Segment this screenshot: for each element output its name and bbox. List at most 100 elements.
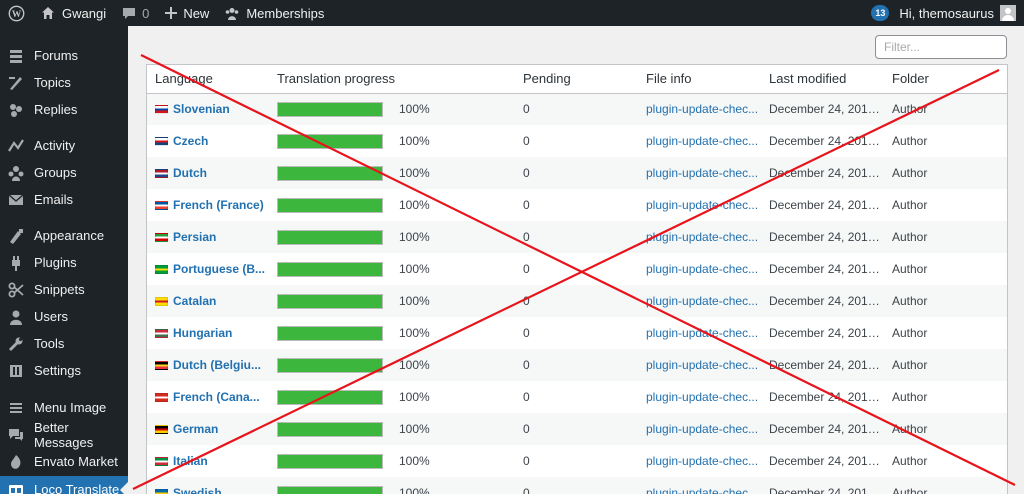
greeting: Hi, themosaurus (899, 5, 994, 21)
language-link[interactable]: Hungarian (173, 326, 232, 340)
progress-bar (277, 453, 383, 469)
cell-pending: 0 (515, 253, 638, 285)
file-info-link[interactable]: plugin-update-chec... (646, 454, 761, 468)
cell-progress: 100% (269, 93, 515, 125)
language-link[interactable]: Dutch (Belgiu... (173, 358, 261, 372)
admin-bar: W Gwangi 0 New Memberships 13 Hi, themos… (0, 0, 1024, 26)
file-info-link[interactable]: plugin-update-chec... (646, 102, 761, 116)
file-info-link[interactable]: plugin-update-chec... (646, 422, 761, 436)
column-header-pending[interactable]: Pending (515, 65, 638, 94)
sidebar-item-label: Groups (34, 165, 77, 180)
progress-bar-fill (278, 390, 382, 404)
sidebar-item-label: Activity (34, 138, 76, 153)
cell-pending: 0 (515, 157, 638, 189)
cell-last-modified: December 24, 2019 ... (761, 477, 884, 494)
sidebar-item-label: Replies (34, 102, 78, 117)
sidebar-item-label: Appearance (34, 228, 105, 243)
cell-last-modified: December 24, 2019 ... (761, 349, 884, 381)
language-link[interactable]: French (Cana... (173, 390, 260, 404)
cell-language: Dutch (147, 157, 269, 189)
language-link[interactable]: Catalan (173, 294, 216, 308)
flag-icon (155, 360, 168, 370)
file-info-link[interactable]: plugin-update-chec... (646, 262, 761, 276)
progress-percent: 100% (399, 358, 430, 372)
sidebar-item-forums[interactable]: Forums (0, 42, 128, 69)
comments-link[interactable]: 0 (114, 0, 157, 26)
memberships-link[interactable]: Memberships (217, 0, 332, 26)
cell-progress: 100% (269, 317, 515, 349)
sidebar-item-topics[interactable]: Topics (0, 69, 128, 96)
language-link[interactable]: Portuguese (B... (173, 262, 265, 276)
sidebar-item-menu-image[interactable]: Menu Image (0, 394, 128, 421)
wordpress-logo-icon[interactable]: W (0, 0, 33, 26)
progress-bar-fill (278, 422, 382, 436)
cell-progress: 100% (269, 189, 515, 221)
progress-bar-fill (278, 102, 382, 116)
sidebar-item-loco-translate[interactable]: Loco Translate (0, 476, 128, 494)
sidebar-item-label: Forums (34, 48, 79, 63)
language-link[interactable]: Swedish (173, 486, 222, 494)
file-info-link[interactable]: plugin-update-chec... (646, 390, 761, 404)
sidebar-item-activity[interactable]: Activity (0, 132, 128, 159)
column-header-language[interactable]: Language (147, 65, 269, 94)
language-link[interactable]: German (173, 422, 218, 436)
sidebar-item-users[interactable]: Users (0, 303, 128, 330)
language-link[interactable]: Italian (173, 454, 208, 468)
sidebar-item-groups[interactable]: Groups (0, 159, 128, 186)
file-info-link[interactable]: plugin-update-chec... (646, 198, 761, 212)
language-link[interactable]: Dutch (173, 166, 207, 180)
sidebar-item-emails[interactable]: Emails (0, 186, 128, 213)
progress-bar (277, 101, 383, 117)
flag-icon (155, 264, 168, 274)
language-link[interactable]: French (France) (173, 198, 264, 212)
file-info-link[interactable]: plugin-update-chec... (646, 134, 761, 148)
progress-percent: 100% (399, 486, 430, 494)
progress-percent: 100% (399, 134, 430, 148)
language-link[interactable]: Slovenian (173, 102, 230, 116)
cell-progress: 100% (269, 285, 515, 317)
emails-icon (7, 191, 25, 209)
progress-bar-fill (278, 454, 382, 468)
sidebar-item-snippets[interactable]: Snippets (0, 276, 128, 303)
sidebar-item-replies[interactable]: Replies (0, 96, 128, 123)
admin-sidebar: Forums Topics Replies Activity Groups Emails A… (0, 26, 128, 494)
progress-bar-fill (278, 134, 382, 148)
language-link[interactable]: Czech (173, 134, 208, 148)
cell-progress: 100% (269, 221, 515, 253)
language-link[interactable]: Persian (173, 230, 216, 244)
progress-bar (277, 357, 383, 373)
cell-last-modified: December 24, 2019 ... (761, 317, 884, 349)
table-header-row: Language Translation progress Pending Fi… (147, 65, 1007, 94)
filter-input[interactable] (875, 35, 1007, 59)
progress-percent: 100% (399, 230, 430, 244)
sidebar-item-better-messages[interactable]: Better Messages (0, 420, 128, 450)
notifications-badge[interactable]: 13 (871, 5, 890, 21)
file-info-link[interactable]: plugin-update-chec... (646, 486, 761, 494)
my-account-link[interactable]: Hi, themosaurus (899, 0, 1024, 26)
sidebar-item-tools[interactable]: Tools (0, 330, 128, 357)
progress-bar (277, 421, 383, 437)
sidebar-item-label: Topics (34, 75, 71, 90)
sidebar-item-plugins[interactable]: Plugins (0, 249, 128, 276)
column-header-last-modified[interactable]: Last modified (761, 65, 884, 94)
snippets-icon (7, 281, 25, 299)
table-row: Swedish 100% 0 plugin-update-chec... Decembe… (147, 477, 1007, 494)
file-info-link[interactable]: plugin-update-chec... (646, 294, 761, 308)
sidebar-item-envato-market[interactable]: Envato Market (0, 448, 128, 475)
column-header-progress[interactable]: Translation progress (269, 65, 515, 94)
cell-progress: 100% (269, 349, 515, 381)
file-info-link[interactable]: plugin-update-chec... (646, 358, 761, 372)
sidebar-item-appearance[interactable]: Appearance (0, 222, 128, 249)
sidebar-item-settings[interactable]: Settings (0, 357, 128, 384)
file-info-link[interactable]: plugin-update-chec... (646, 230, 761, 244)
site-name-link[interactable]: Gwangi (33, 0, 114, 26)
table-row: Portuguese (B... 100% 0 plugin-update-chec.… (147, 253, 1007, 285)
progress-bar (277, 485, 383, 494)
new-content-link[interactable]: New (157, 0, 217, 26)
file-info-link[interactable]: plugin-update-chec... (646, 166, 761, 180)
column-header-folder[interactable]: Folder (884, 65, 1007, 94)
file-info-link[interactable]: plugin-update-chec... (646, 326, 761, 340)
sidebar-item-label: Settings (34, 363, 81, 378)
table-row: Czech 100% 0 plugin-update-chec... December … (147, 125, 1007, 157)
column-header-file-info[interactable]: File info (638, 65, 761, 94)
